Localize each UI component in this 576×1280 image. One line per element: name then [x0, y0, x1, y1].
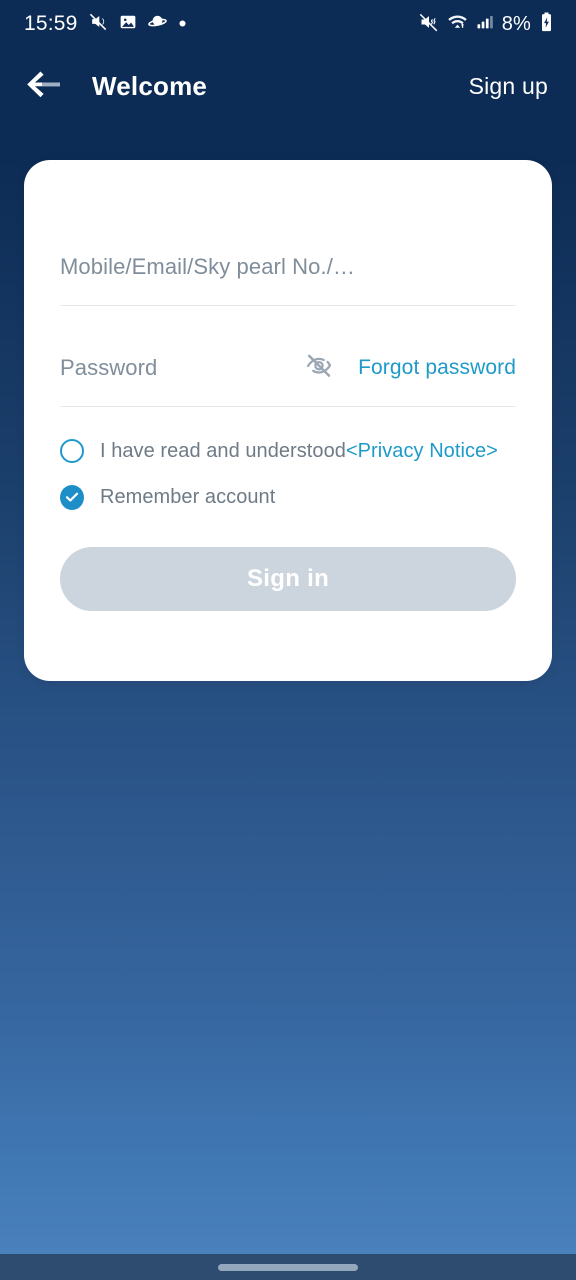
password-input-row[interactable]: Password Forgot password: [60, 345, 516, 391]
account-input[interactable]: Mobile/Email/Sky pearl No./…: [60, 254, 355, 280]
privacy-notice-text: I have read and understood: [100, 439, 346, 462]
remember-account-checkbox-row[interactable]: Remember account: [60, 477, 516, 517]
account-input-row[interactable]: Mobile/Email/Sky pearl No./…: [60, 244, 516, 290]
status-bar-clock: 15:59: [24, 12, 78, 35]
remember-account-label: Remember account: [100, 485, 276, 508]
eye-off-icon: [305, 352, 333, 385]
password-input[interactable]: Password: [60, 355, 157, 381]
privacy-notice-checkbox-row[interactable]: I have read and understood<Privacy Notic…: [60, 431, 516, 471]
password-field-group: Password Forgot password: [60, 345, 516, 407]
cellular-signal-icon: [476, 13, 494, 36]
privacy-notice-label: I have read and understood<Privacy Notic…: [100, 440, 498, 463]
privacy-notice-checkbox[interactable]: [60, 439, 84, 463]
volume-mute-icon: [419, 12, 439, 37]
login-card-content: Mobile/Email/Sky pearl No./… Password Fo…: [24, 244, 552, 611]
gesture-pill-handle[interactable]: [218, 1263, 358, 1271]
forgot-password-link[interactable]: Forgot password: [358, 356, 516, 380]
account-field-group: Mobile/Email/Sky pearl No./…: [60, 244, 516, 306]
status-bar-left: 15:59: [24, 12, 187, 36]
sign-up-button[interactable]: Sign up: [467, 67, 550, 106]
mute-slash-icon: [89, 12, 108, 36]
image-icon: [119, 13, 137, 36]
login-card: Mobile/Email/Sky pearl No./… Password Fo…: [24, 160, 552, 681]
sign-in-button[interactable]: Sign in: [60, 547, 516, 611]
privacy-notice-link[interactable]: <Privacy Notice>: [346, 440, 498, 462]
arrow-left-icon: [25, 69, 65, 104]
password-field-underline: [60, 406, 516, 407]
status-bar: 15:59 8%: [0, 0, 576, 48]
remember-account-checkbox[interactable]: [60, 484, 84, 510]
app-header: Welcome Sign up: [0, 48, 576, 124]
status-bar-right: 8%: [419, 12, 554, 37]
system-navigation-bar: [0, 1254, 576, 1280]
account-field-underline: [60, 305, 516, 306]
password-visibility-toggle[interactable]: [302, 351, 336, 385]
checkbox-unchecked-icon: [60, 439, 84, 463]
wifi-icon: [447, 12, 468, 37]
dot-icon: [178, 15, 187, 33]
battery-percentage: 8%: [501, 12, 531, 35]
checkbox-group: I have read and understood<Privacy Notic…: [60, 431, 516, 517]
battery-charging-icon: [539, 12, 554, 37]
checkbox-checked-icon: [60, 484, 84, 510]
back-button[interactable]: [22, 63, 68, 109]
page-title: Welcome: [92, 70, 208, 101]
saturn-icon: [147, 12, 167, 36]
